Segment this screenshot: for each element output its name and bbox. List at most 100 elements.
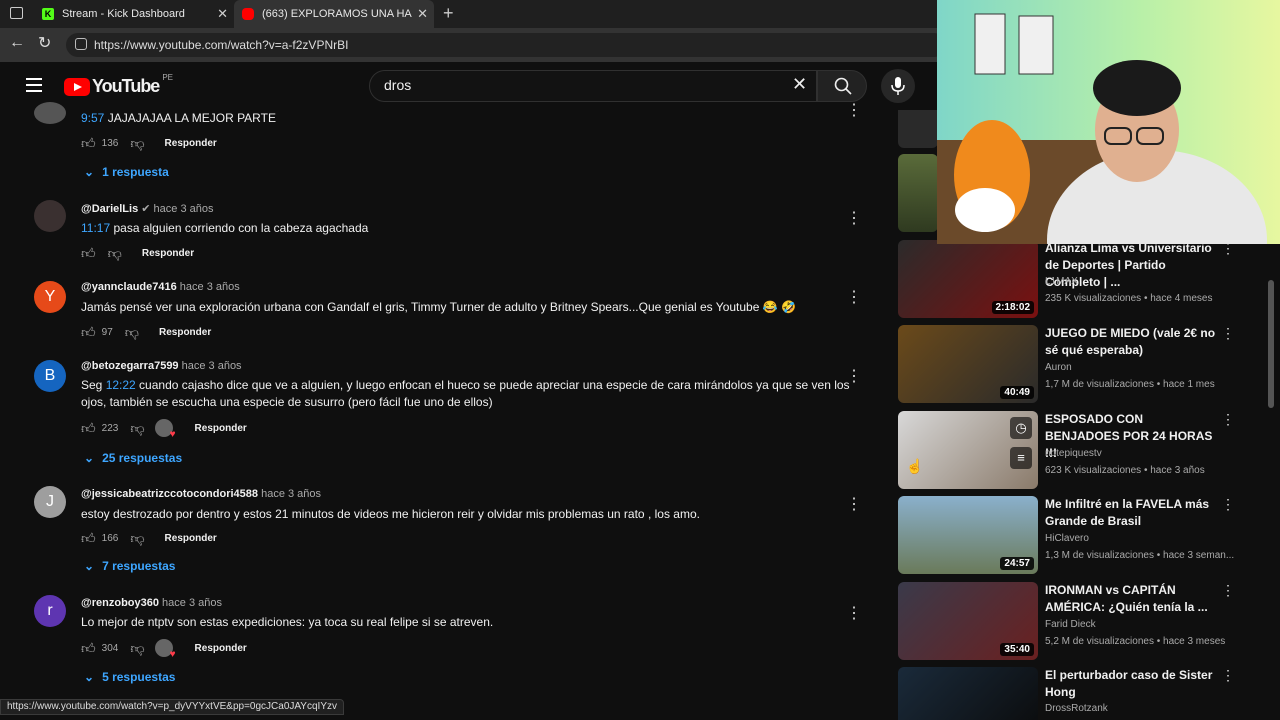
avatar[interactable]: J (34, 486, 66, 518)
author-handle[interactable]: @DarielLis (81, 203, 138, 215)
timestamp-link[interactable]: 12:22 (106, 378, 136, 392)
new-tab-icon[interactable]: + (443, 3, 454, 24)
dislike-icon[interactable]: 👎︎ (108, 245, 122, 262)
sidebar-video[interactable]: 2:18:02 Alianza Lima vs Universitario de… (898, 240, 1238, 318)
author-handle[interactable]: @yannclaude7416 (81, 281, 177, 293)
more-actions-icon[interactable]: ⋮ (1221, 325, 1235, 342)
avatar[interactable]: r (34, 595, 66, 627)
avatar[interactable] (34, 102, 66, 124)
comment: 9:57 JAJAJAJAA LA MEJOR PARTE 👍︎ 136 👎︎ … (34, 100, 874, 190)
video-thumbnail[interactable]: 40:49 (898, 325, 1038, 403)
like-icon[interactable]: 👍︎ (81, 530, 96, 547)
sidebar-video[interactable]: 24:57 Me Infiltré en la FAVELA más Grand… (898, 496, 1238, 574)
sidebar-video[interactable]: El perturbador caso de Sister Hong Dross… (898, 667, 1238, 720)
comment-time[interactable]: hace 3 años (261, 488, 321, 500)
video-thumbnail[interactable]: 35:40 (898, 582, 1038, 660)
youtube-logo[interactable]: YouTube PE (64, 73, 173, 97)
channel-name[interactable]: L1MAX (1045, 276, 1078, 287)
view-replies-button[interactable]: ⌄ 5 respuestas (84, 670, 175, 684)
reply-button[interactable]: Responder (159, 327, 211, 338)
sidebar-video[interactable]: 40:49 JUEGO DE MIEDO (vale 2€ no sé qué … (898, 325, 1238, 403)
reply-button[interactable]: Responder (142, 248, 194, 259)
more-actions-icon[interactable]: ⋮ (846, 100, 862, 120)
like-icon[interactable]: 👍︎ (81, 324, 96, 341)
comment-time[interactable]: hace 3 años (180, 281, 240, 293)
comment-time[interactable]: hace 3 años (162, 597, 222, 609)
reply-button[interactable]: Responder (195, 423, 247, 434)
like-icon[interactable]: 👍︎ (81, 640, 96, 657)
scrollbar[interactable] (1268, 280, 1274, 408)
view-replies-button[interactable]: ⌄ 7 respuestas (84, 559, 175, 573)
more-actions-icon[interactable]: ⋮ (1221, 496, 1235, 513)
voice-search-button[interactable] (881, 69, 915, 103)
more-actions-icon[interactable]: ⋮ (1221, 582, 1235, 599)
like-icon[interactable]: 👍︎ (81, 420, 96, 437)
browser-tab-kick[interactable]: K Stream - Kick Dashboard ✕ (34, 0, 234, 28)
video-title[interactable]: JUEGO DE MIEDO (vale 2€ no sé qué espera… (1045, 325, 1221, 359)
comment-time[interactable]: hace 3 años (182, 360, 242, 372)
more-actions-icon[interactable]: ⋮ (846, 208, 862, 228)
back-icon[interactable]: ← (9, 34, 25, 52)
add-to-queue-icon[interactable]: ≡ (1010, 447, 1032, 469)
reply-button[interactable]: Responder (165, 533, 217, 544)
avatar[interactable]: Y (34, 281, 66, 313)
comment-meta: @renzoboy360 hace 3 años (81, 597, 222, 609)
browser-tab-youtube[interactable]: (663) EXPLORAMOS UNA HACIEN ✕ (234, 0, 434, 28)
close-icon[interactable]: ✕ (417, 6, 428, 22)
channel-name[interactable]: DrossRotzank (1045, 703, 1108, 714)
video-thumbnail[interactable] (898, 667, 1038, 720)
clear-search-icon[interactable]: ✕ (792, 74, 807, 95)
address-bar[interactable]: https://www.youtube.com/watch?v=a-f2zVPN… (66, 33, 946, 57)
menu-icon[interactable] (26, 78, 42, 92)
channel-name[interactable]: HiClavero (1045, 533, 1089, 544)
video-thumbnail[interactable]: 24:57 (898, 496, 1038, 574)
author-handle[interactable]: @betozegarra7599 (81, 360, 179, 372)
avatar[interactable] (34, 200, 66, 232)
dislike-icon[interactable]: 👎︎ (125, 324, 139, 341)
more-actions-icon[interactable]: ⋮ (1221, 411, 1235, 428)
comment-body: pasa alguien corriendo con la cabeza aga… (110, 221, 369, 235)
video-title[interactable]: Me Infiltré en la FAVELA más Grande de B… (1045, 496, 1221, 530)
dislike-icon[interactable]: 👎︎ (130, 640, 144, 657)
dislike-icon[interactable]: 👎︎ (130, 420, 144, 437)
timestamp-link[interactable]: 11:17 (81, 221, 110, 235)
dislike-icon[interactable]: 👎︎ (130, 530, 144, 547)
video-thumbnail[interactable]: 2:18:02 (898, 240, 1038, 318)
sidebar-thumbnail-partial[interactable] (898, 110, 938, 148)
more-actions-icon[interactable]: ⋮ (846, 603, 862, 623)
more-actions-icon[interactable]: ⋮ (1221, 667, 1235, 684)
more-actions-icon[interactable]: ⋮ (846, 366, 862, 386)
sidebar-video[interactable]: 35:40 IRONMAN vs CAPITÁN AMÉRICA: ¿Quién… (898, 582, 1238, 660)
timestamp-link[interactable]: 9:57 (81, 111, 104, 125)
video-title[interactable]: El perturbador caso de Sister Hong (1045, 667, 1221, 701)
search-button[interactable] (817, 70, 867, 102)
comment-time[interactable]: hace 3 años (154, 203, 214, 215)
channel-name[interactable]: Farid Dieck (1045, 619, 1096, 630)
video-stats: 1,3 M de visualizaciones • hace 3 seman.… (1045, 550, 1235, 561)
search-input[interactable]: dros (369, 70, 817, 102)
dislike-icon[interactable]: 👎︎ (130, 135, 144, 152)
channel-name[interactable]: Auron (1045, 362, 1072, 373)
more-actions-icon[interactable]: ⋮ (846, 287, 862, 307)
reply-button[interactable]: Responder (195, 643, 247, 654)
channel-name[interactable]: notepiquestv (1045, 448, 1102, 459)
sidebar-thumbnail-partial[interactable] (898, 154, 938, 232)
author-handle[interactable]: @renzoboy360 (81, 597, 159, 609)
video-title[interactable]: IRONMAN vs CAPITÁN AMÉRICA: ¿Quién tenía… (1045, 582, 1221, 616)
tab-list-icon[interactable] (10, 7, 23, 19)
avatar[interactable]: B (34, 360, 66, 392)
site-info-icon[interactable] (75, 38, 87, 50)
view-replies-button[interactable]: ⌄ 25 respuestas (84, 451, 182, 465)
reload-icon[interactable]: ↻ (38, 33, 51, 53)
close-icon[interactable]: ✕ (217, 6, 228, 22)
like-count: 223 (101, 422, 119, 434)
author-handle[interactable]: @jessicabeatrizccotocondori4588 (81, 488, 258, 500)
like-icon[interactable]: 👍︎ (81, 135, 96, 152)
reply-button[interactable]: Responder (165, 138, 217, 149)
sidebar-video[interactable]: ◷ ≡ ESPOSADO CON BENJADOES POR 24 HORAS … (898, 411, 1238, 489)
more-actions-icon[interactable]: ⋮ (846, 494, 862, 514)
video-thumbnail[interactable]: ◷ ≡ (898, 411, 1038, 489)
like-icon[interactable]: 👍︎ (81, 245, 96, 262)
watch-later-icon[interactable]: ◷ (1010, 417, 1032, 439)
view-replies-button[interactable]: ⌄ 1 respuesta (84, 165, 169, 179)
